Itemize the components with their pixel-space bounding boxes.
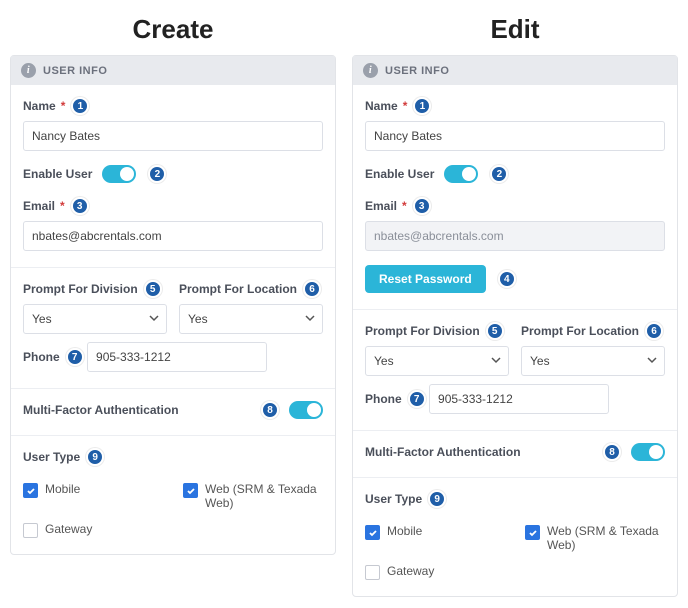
section-prompts: Prompt For Division 5 Prompt For Loc [353, 310, 677, 431]
enable-user-row: Enable User 2 [365, 165, 665, 183]
user-type-label: User Type 9 [365, 490, 446, 508]
section-user-type: User Type 9 Mobile Web (SRM & Tex [353, 478, 677, 596]
badge-3: 3 [413, 197, 431, 215]
create-panel: i USER INFO Name* 1 Enable User 2 Email*… [10, 55, 336, 555]
badge-5: 5 [144, 280, 162, 298]
user-type-web[interactable]: Web (SRM & Texada Web) [525, 524, 665, 552]
reset-password-button[interactable]: Reset Password [365, 265, 486, 293]
prompt-division-select[interactable] [365, 346, 509, 376]
badge-5: 5 [486, 322, 504, 340]
panel-header: i USER INFO [353, 56, 677, 85]
edit-column: Edit i USER INFO Name* 1 Enable User 2 [352, 10, 678, 597]
prompt-location-label: Prompt For Location 6 [521, 322, 663, 340]
name-label: Name* 1 [23, 97, 89, 115]
phone-field[interactable] [87, 342, 267, 372]
phone-label: Phone 7 [23, 348, 84, 366]
badge-8: 8 [603, 443, 621, 461]
badge-3: 3 [71, 197, 89, 215]
section-mfa: Multi-Factor Authentication 8 [11, 389, 335, 436]
checkbox-icon [23, 483, 38, 498]
user-type-label: User Type 9 [23, 448, 104, 466]
enable-user-label: Enable User [23, 167, 92, 181]
checkbox-icon [525, 525, 540, 540]
enable-user-toggle[interactable] [444, 165, 478, 183]
user-type-gateway[interactable]: Gateway [23, 522, 323, 538]
prompt-location-select[interactable] [521, 346, 665, 376]
section-mfa: Multi-Factor Authentication 8 [353, 431, 677, 478]
badge-2: 2 [490, 165, 508, 183]
phone-field[interactable] [429, 384, 609, 414]
badge-7: 7 [66, 348, 84, 366]
email-field-readonly [365, 221, 665, 251]
info-icon: i [363, 63, 378, 78]
email-label: Email* 3 [23, 197, 89, 215]
panel-title: USER INFO [385, 65, 449, 77]
section-identity: Name* 1 Enable User 2 Email* 3 [11, 85, 335, 268]
panel-title: USER INFO [43, 65, 107, 77]
mfa-label: Multi-Factor Authentication [365, 445, 521, 459]
badge-1: 1 [71, 97, 89, 115]
enable-user-toggle[interactable] [102, 165, 136, 183]
badge-9: 9 [428, 490, 446, 508]
prompt-location-label: Prompt For Location 6 [179, 280, 321, 298]
email-label: Email* 3 [365, 197, 431, 215]
badge-8: 8 [261, 401, 279, 419]
prompt-location-select[interactable] [179, 304, 323, 334]
section-user-type: User Type 9 Mobile Web (SRM & Tex [11, 436, 335, 554]
badge-7: 7 [408, 390, 426, 408]
mfa-label: Multi-Factor Authentication [23, 403, 179, 417]
create-heading: Create [10, 14, 336, 45]
phone-label: Phone 7 [365, 390, 426, 408]
section-prompts: Prompt For Division 5 Prompt For Loc [11, 268, 335, 389]
enable-user-row: Enable User 2 [23, 165, 323, 183]
badge-4: 4 [498, 270, 516, 288]
badge-6: 6 [645, 322, 663, 340]
email-field[interactable] [23, 221, 323, 251]
name-field[interactable] [365, 121, 665, 151]
checkbox-icon [23, 523, 38, 538]
checkbox-icon [365, 525, 380, 540]
prompt-division-label: Prompt For Division 5 [23, 280, 162, 298]
user-type-web[interactable]: Web (SRM & Texada Web) [183, 482, 323, 510]
edit-panel: i USER INFO Name* 1 Enable User 2 Email*… [352, 55, 678, 597]
badge-1: 1 [413, 97, 431, 115]
badge-6: 6 [303, 280, 321, 298]
enable-user-label: Enable User [365, 167, 434, 181]
mfa-toggle[interactable] [631, 443, 665, 461]
checkbox-icon [183, 483, 198, 498]
user-type-mobile[interactable]: Mobile [365, 524, 505, 552]
name-label: Name* 1 [365, 97, 431, 115]
edit-heading: Edit [352, 14, 678, 45]
badge-9: 9 [86, 448, 104, 466]
name-field[interactable] [23, 121, 323, 151]
badge-2: 2 [148, 165, 166, 183]
user-type-mobile[interactable]: Mobile [23, 482, 163, 510]
user-type-gateway[interactable]: Gateway [365, 564, 665, 580]
section-identity: Name* 1 Enable User 2 Email* 3 Reset Pas… [353, 85, 677, 310]
create-column: Create i USER INFO Name* 1 Enable User 2 [10, 10, 336, 597]
prompt-division-label: Prompt For Division 5 [365, 322, 504, 340]
checkbox-icon [365, 565, 380, 580]
info-icon: i [21, 63, 36, 78]
mfa-toggle[interactable] [289, 401, 323, 419]
panel-header: i USER INFO [11, 56, 335, 85]
prompt-division-select[interactable] [23, 304, 167, 334]
